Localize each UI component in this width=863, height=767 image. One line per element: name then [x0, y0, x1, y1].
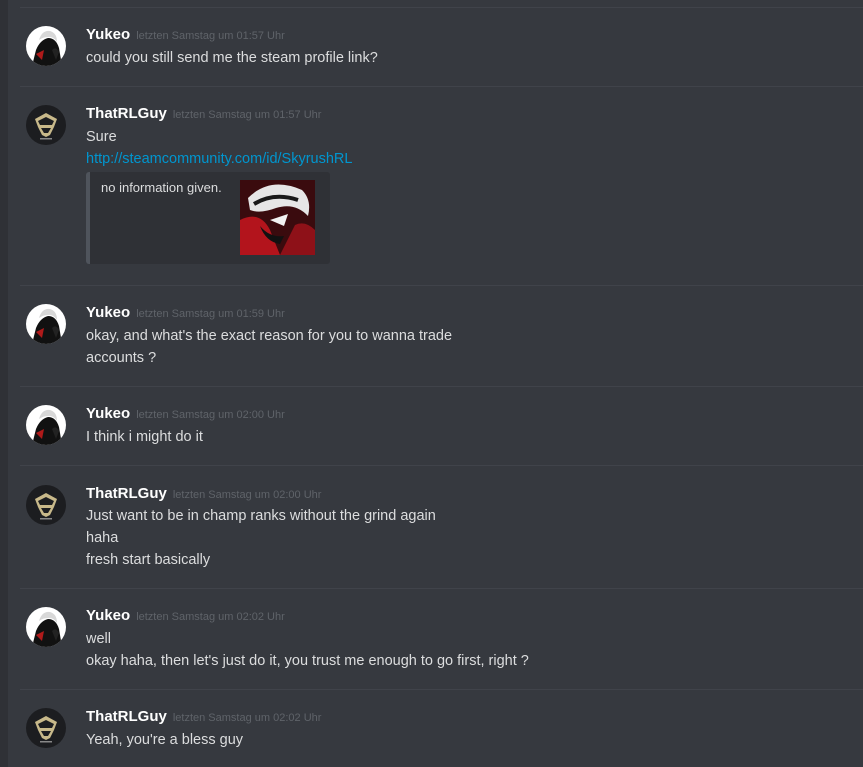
username[interactable]: Yukeo	[86, 304, 130, 321]
thatrlguy-avatar[interactable]	[26, 105, 66, 145]
message-header: ThatRLGuy letzten Samstag um 02:02 Uhr	[86, 708, 321, 726]
timestamp: letzten Samstag um 02:00 Uhr	[172, 489, 322, 501]
message-divider	[20, 465, 863, 466]
message-text: Yeah, you're a bless guy	[86, 732, 244, 748]
yukeo-avatar[interactable]	[26, 304, 66, 344]
timestamp: letzten Samstag um 01:57 Uhr	[172, 109, 322, 121]
username[interactable]: ThatRLGuy	[86, 485, 167, 502]
username[interactable]: Yukeo	[86, 607, 130, 624]
embed-thumbnail[interactable]	[240, 180, 315, 255]
username[interactable]: Yukeo	[86, 26, 130, 43]
sidebar-edge	[0, 0, 8, 767]
message-header: Yukeo letzten Samstag um 01:59 Uhr	[86, 304, 285, 322]
timestamp: letzten Samstag um 01:57 Uhr	[136, 30, 285, 42]
message-divider	[20, 689, 863, 690]
yukeo-avatar[interactable]	[26, 405, 66, 445]
steam-profile-link[interactable]: http://steamcommunity.com/id/SkyrushRL	[86, 148, 352, 170]
message-header: ThatRLGuy letzten Samstag um 02:00 Uhr	[86, 485, 321, 503]
yukeo-avatar[interactable]	[26, 607, 66, 647]
username[interactable]: ThatRLGuy	[86, 708, 167, 725]
message-text: fresh start basically	[86, 552, 211, 568]
message-text: okay haha, then let's just do it, you tr…	[86, 653, 529, 669]
timestamp: letzten Samstag um 02:02 Uhr	[136, 611, 285, 623]
message-text: accounts ?	[86, 350, 157, 366]
username[interactable]: ThatRLGuy	[86, 105, 167, 122]
message-divider	[20, 86, 863, 87]
timestamp: letzten Samstag um 02:00 Uhr	[136, 409, 285, 421]
message-text: could you still send me the steam profil…	[86, 50, 378, 66]
timestamp: letzten Samstag um 01:59 Uhr	[136, 308, 285, 320]
message-divider	[20, 386, 863, 387]
username[interactable]: Yukeo	[86, 405, 130, 422]
message-text: okay, and what's the exact reason for yo…	[86, 328, 453, 344]
message-text: haha	[86, 530, 119, 546]
timestamp: letzten Samstag um 02:02 Uhr	[172, 712, 322, 724]
yukeo-avatar[interactable]	[26, 26, 66, 66]
message-divider	[20, 7, 863, 8]
link-embed[interactable]: no information given.	[86, 172, 330, 264]
message-text: Sure	[86, 129, 117, 145]
message-header: Yukeo letzten Samstag um 02:02 Uhr	[86, 607, 285, 625]
message-header: Yukeo letzten Samstag um 02:00 Uhr	[86, 405, 285, 423]
message-text: well	[86, 631, 111, 647]
message-header: Yukeo letzten Samstag um 01:57 Uhr	[86, 26, 285, 44]
message-divider	[20, 285, 863, 286]
embed-description: no information given.	[101, 180, 222, 195]
chat-messages[interactable]: Yukeo letzten Samstag um 01:57 Uhr could …	[8, 0, 863, 767]
thatrlguy-avatar[interactable]	[26, 485, 66, 525]
message-text: I think i might do it	[86, 429, 203, 445]
message-header: ThatRLGuy letzten Samstag um 01:57 Uhr	[86, 105, 321, 123]
thatrlguy-avatar[interactable]	[26, 708, 66, 748]
message-text: Just want to be in champ ranks without t…	[86, 508, 436, 524]
message-divider	[20, 588, 863, 589]
